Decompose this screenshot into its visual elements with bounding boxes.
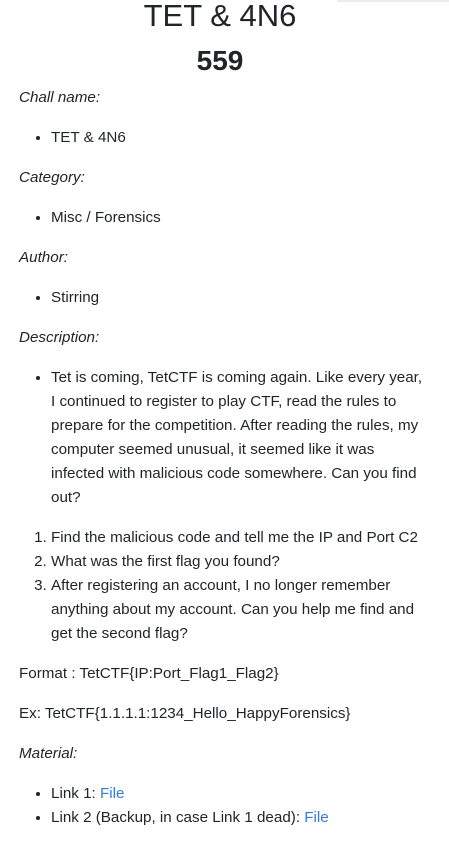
questions-list: Find the malicious code and tell me the … (19, 526, 429, 646)
description-list: Tet is coming, TetCTF is coming again. L… (19, 366, 429, 510)
material-label: Material: (19, 745, 78, 762)
question-item: What was the first flag you found? (51, 550, 429, 574)
material-item: Link 1: File (51, 782, 429, 806)
link-prefix: Link 2 (Backup, in case Link 1 dead): (51, 809, 305, 826)
question-item: Find the malicious code and tell me the … (51, 526, 429, 550)
link-prefix: Link 1: (51, 785, 100, 802)
category-label: Category: (19, 169, 85, 186)
description-label: Description: (19, 329, 100, 346)
author-list: Stirring (19, 286, 429, 310)
chall-name-label: Chall name: (19, 89, 101, 106)
chall-name-value: TET & 4N6 (51, 126, 429, 150)
question-item: After registering an account, I no longe… (51, 574, 429, 646)
flag-example: Ex: TetCTF{1.1.1.1:1234_Hello_HappyForen… (19, 705, 351, 722)
challenge-points: 559 (196, 45, 244, 76)
challenge-title: TET & 4N6 (143, 0, 297, 33)
material-list: Link 1: File Link 2 (Backup, in case Lin… (19, 782, 429, 830)
description-text: Tet is coming, TetCTF is coming again. L… (51, 366, 429, 510)
file-link[interactable]: File (100, 785, 124, 802)
category-value: Misc / Forensics (51, 206, 429, 230)
material-item: Link 2 (Backup, in case Link 1 dead): Fi… (51, 806, 429, 830)
flag-format: Format : TetCTF{IP:Port_Flag1_Flag2} (19, 665, 279, 682)
author-value: Stirring (51, 286, 429, 310)
challenge-description: Chall name: TET & 4N6 Category: Misc / F… (19, 86, 429, 830)
chall-name-list: TET & 4N6 (19, 126, 429, 150)
backup-file-link[interactable]: File (304, 809, 328, 826)
category-list: Misc / Forensics (19, 206, 429, 230)
author-label: Author: (19, 249, 68, 266)
